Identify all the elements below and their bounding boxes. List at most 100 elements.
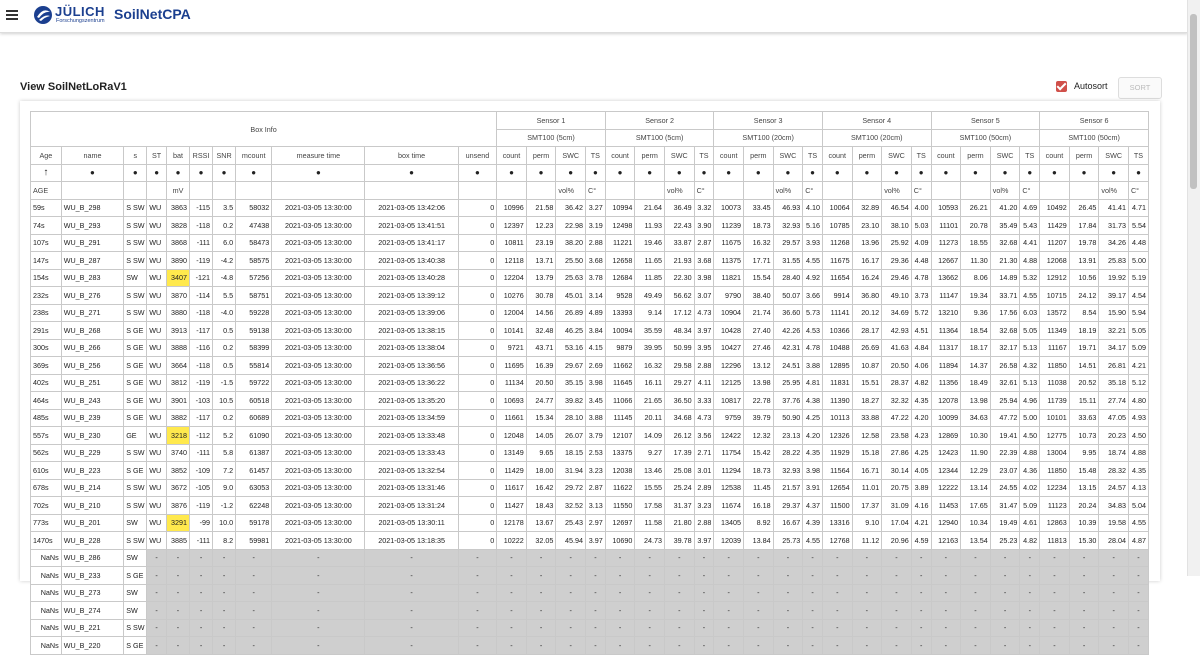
filter-dot-icon[interactable]: ● [1127, 163, 1150, 182]
filter-dot-icon[interactable]: ● [960, 163, 991, 182]
sensor-6-swc-header[interactable]: SWC [1098, 146, 1129, 165]
column-header-measure-time[interactable]: measure time [271, 146, 366, 165]
table-row[interactable]: 107s WU_B_291 S SW WU 3868 -111 6.0 58473 2021-0… [30, 233, 1150, 252]
sensor-3-swc-header[interactable]: SWC [772, 146, 804, 165]
filter-dot-icon[interactable]: ● [165, 163, 191, 182]
table-row[interactable]: 464s WU_B_243 S GE WU 3901 -103 10.5 60518 2021-… [30, 391, 1150, 410]
filter-dot-icon[interactable]: ● [585, 163, 606, 182]
table-row[interactable]: 678s WU_B_214 S SW WU 3672 -105 9.0 63053 2021-0… [30, 478, 1150, 497]
table-row[interactable]: 369s WU_B_256 S GE WU 3664 -118 0.5 55814 2021-0… [30, 356, 1150, 375]
column-header-rssi[interactable]: RSSI [189, 146, 214, 165]
table-row[interactable]: 59s WU_B_298 S SW WU 3863 -115 3.5 58032 2021-03… [30, 198, 1150, 217]
sensor-3-perm-header[interactable]: perm [742, 146, 774, 165]
filter-dot-icon[interactable]: ● [664, 163, 695, 182]
autosort-checkbox[interactable] [1056, 81, 1067, 92]
filter-dot-icon[interactable]: ● [189, 163, 214, 182]
sensor-6-count-header[interactable]: count [1039, 146, 1070, 165]
page-scrollbar[interactable] [1187, 0, 1200, 576]
sensor-1-swc-header[interactable]: SWC [555, 146, 587, 165]
filter-dot-icon[interactable]: ● [821, 163, 853, 182]
table-row[interactable]: 702s WU_B_210 S SW WU 3876 -119 -1.2 62248 2021-… [30, 496, 1150, 515]
sensor-4-ts-header[interactable]: TS [910, 146, 932, 165]
table-row[interactable]: 154s WU_B_283 SW WU 3407 -121 -4.8 57256 2021-03… [30, 268, 1150, 287]
filter-dot-icon[interactable]: ● [851, 163, 883, 182]
table-row[interactable]: 300s WU_B_266 S GE WU 3888 -116 0.2 58399 2021-0… [30, 338, 1150, 357]
sensor-4-count-header[interactable]: count [821, 146, 853, 165]
filter-dot-icon[interactable]: ● [802, 163, 823, 182]
filter-dot-icon[interactable]: ● [604, 163, 636, 182]
filter-dot-icon[interactable]: ● [989, 163, 1021, 182]
filter-dot-icon[interactable]: ● [1098, 163, 1129, 182]
column-header-age[interactable]: Age [30, 146, 62, 165]
table-row[interactable]: 773s WU_B_201 SW WU 3291 -99 10.0 59178 2021-03-… [30, 513, 1150, 532]
sensor-4-perm-header[interactable]: perm [851, 146, 883, 165]
sensor-2-swc-header[interactable]: SWC [664, 146, 695, 165]
filter-dot-icon[interactable]: ● [525, 163, 557, 182]
sensor-5-swc-header[interactable]: SWC [989, 146, 1021, 165]
column-header-box-time[interactable]: box time [364, 146, 459, 165]
sensor-1-ts-header[interactable]: TS [585, 146, 606, 165]
table-row-no-data[interactable]: NaNs WU_B_273 SW - - - - - - - - - - - - - - - - - - - - - - - - - -… [30, 583, 1150, 602]
filter-dot-icon[interactable]: ● [1019, 163, 1041, 182]
sensor-4-swc-header[interactable]: SWC [881, 146, 912, 165]
filter-dot-icon[interactable]: ● [364, 163, 459, 182]
table-row[interactable]: 557s WU_B_230 GE WU 3218 -112 5.2 61090 2021-03-… [30, 426, 1150, 445]
filter-dot-icon[interactable]: ● [60, 163, 125, 182]
column-header-bat[interactable]: bat [165, 146, 191, 165]
filter-dot-icon[interactable]: ● [271, 163, 366, 182]
table-row[interactable]: 238s WU_B_271 S SW WU 3880 -118 -4.0 59228 2021-… [30, 303, 1150, 322]
sensor-6-perm-header[interactable]: perm [1068, 146, 1100, 165]
sensor-2-perm-header[interactable]: perm [634, 146, 665, 165]
filter-dot-icon[interactable]: ● [693, 163, 715, 182]
filter-dot-icon[interactable]: ● [881, 163, 912, 182]
table-row-no-data[interactable]: NaNs WU_B_274 SW - - - - - - - - - - - - - - - - - - - - - - - - - -… [30, 601, 1150, 620]
scrollbar-thumb[interactable] [1190, 14, 1197, 189]
filter-dot-icon[interactable]: ● [634, 163, 665, 182]
column-header-name[interactable]: name [60, 146, 125, 165]
table-row[interactable]: 232s WU_B_276 S SW WU 3870 -114 5.5 58751 2021-0… [30, 286, 1150, 305]
table-row[interactable]: 74s WU_B_293 S SW WU 3828 -118 0.2 47438 2021-03… [30, 216, 1150, 235]
sensor-5-count-header[interactable]: count [930, 146, 962, 165]
sensor-1-count-header[interactable]: count [496, 146, 527, 165]
table-row-no-data[interactable]: NaNs WU_B_221 S SW - - - - - - - - - - - - - - - - - - - - - - - -… [30, 618, 1150, 637]
sensor-6-ts-header[interactable]: TS [1127, 146, 1150, 165]
filter-dot-icon[interactable]: ● [930, 163, 962, 182]
column-header-snr[interactable]: SNR [212, 146, 237, 165]
filter-dot-icon[interactable]: ● [713, 163, 744, 182]
filter-dot-icon[interactable]: ● [212, 163, 237, 182]
table-row[interactable]: 610s WU_B_223 S GE WU 3852 -109 7.2 61457 2021-0… [30, 461, 1150, 480]
filter-dot-icon[interactable]: ● [146, 163, 167, 182]
table-row[interactable]: 402s WU_B_251 S GE WU 3812 -119 -1.5 59722 2021-… [30, 373, 1150, 392]
sensor-1-perm-header[interactable]: perm [525, 146, 557, 165]
table-row[interactable]: 1470s WU_B_228 S SW WU 3885 -111 8.2 59981 2021-… [30, 531, 1150, 550]
sensor-2-count-header[interactable]: count [604, 146, 636, 165]
hamburger-menu-icon[interactable] [6, 10, 18, 21]
table-row[interactable]: 562s WU_B_229 S SW WU 3740 -111 5.8 61387 2021-0… [30, 443, 1150, 462]
table-row[interactable]: 485s WU_B_239 S GE WU 3882 -117 0.2 60689 2021-0… [30, 408, 1150, 427]
table-row-no-data[interactable]: NaNs WU_B_220 S GE - - - - - - - - - - - - - - - - - - - - - - - -… [30, 636, 1150, 655]
column-header-unsend[interactable]: unsend [457, 146, 498, 165]
column-header-mcount[interactable]: mcount [235, 146, 273, 165]
filter-dot-icon[interactable]: ● [1068, 163, 1100, 182]
filter-dot-icon[interactable]: ● [742, 163, 774, 182]
sensor-5-ts-header[interactable]: TS [1019, 146, 1041, 165]
filter-dot-icon[interactable]: ● [1039, 163, 1070, 182]
sensor-2-ts-header[interactable]: TS [693, 146, 715, 165]
filter-dot-icon[interactable]: ● [772, 163, 804, 182]
filter-dot-icon[interactable]: ● [555, 163, 587, 182]
table-row[interactable]: 291s WU_B_268 S GE WU 3913 -117 0.5 59138 2021-0… [30, 321, 1150, 340]
filter-dot-icon[interactable]: ● [123, 163, 148, 182]
app-title[interactable]: SoilNetCPA [114, 6, 191, 22]
table-row-no-data[interactable]: NaNs WU_B_233 S GE - - - - - - - - - - - - - - - - - - - - - - - -… [30, 566, 1150, 585]
filter-dot-icon[interactable]: ● [235, 163, 273, 182]
table-row[interactable]: 147s WU_B_287 S SW WU 3890 -119 -4.2 58575 2021-… [30, 251, 1150, 270]
sensor-3-ts-header[interactable]: TS [802, 146, 823, 165]
sensor-3-count-header[interactable]: count [713, 146, 744, 165]
filter-dot-icon[interactable]: ● [910, 163, 932, 182]
sort-button[interactable]: SORT [1118, 77, 1162, 99]
column-header-st[interactable]: ST [146, 146, 167, 165]
filter-dot-icon[interactable]: ● [457, 163, 498, 182]
sort-ascending-arrow-icon[interactable]: ↑ [30, 163, 62, 182]
table-row-no-data[interactable]: NaNs WU_B_286 SW - - - - - - - - - - - - - - - - - - - - - - - - - -… [30, 548, 1150, 567]
column-header-s[interactable]: s [123, 146, 148, 165]
